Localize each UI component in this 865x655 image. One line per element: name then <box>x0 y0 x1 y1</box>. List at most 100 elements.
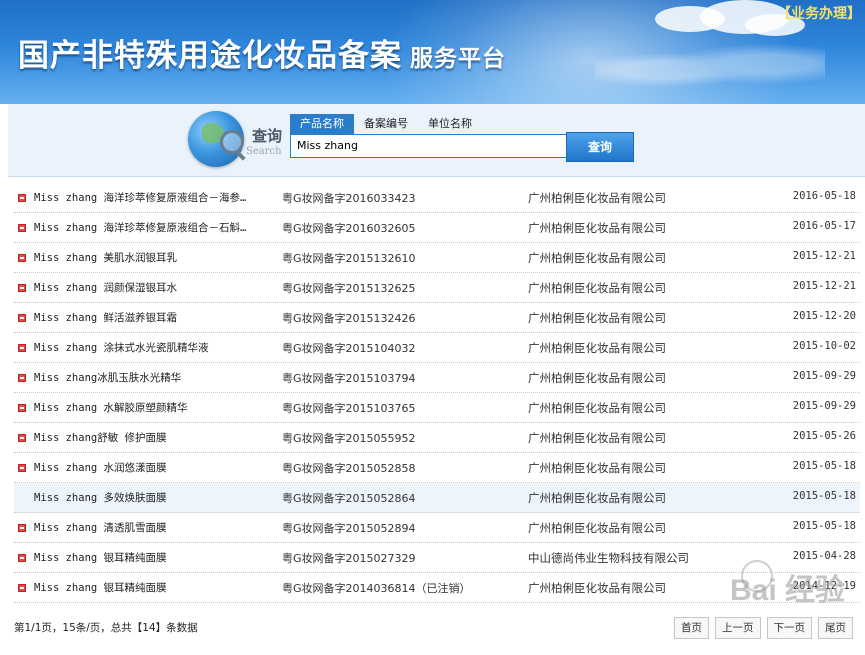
record-date: 2015-05-18 <box>792 460 856 472</box>
record-number: 粤G妆网备字2015027329 <box>282 552 416 565</box>
product-name-link[interactable]: Miss zhang 美肌水润银耳乳 <box>34 250 274 265</box>
magnifier-icon <box>220 130 244 154</box>
bullet-icon <box>18 584 26 592</box>
list-item[interactable]: Miss zhang 水润悠漾面膜 粤G妆网备字2015052858 广州柏俐臣化妆… <box>14 453 860 483</box>
record-number: 粤G妆网备字2015103794 <box>282 372 416 385</box>
search-tabs: 产品名称 备案编号 单位名称 <box>290 114 482 134</box>
record-date: 2015-12-21 <box>792 250 856 262</box>
record-date: 2015-10-02 <box>792 340 856 352</box>
record-number: 粤G妆网备字2015103765 <box>282 402 416 415</box>
record-date: 2016-05-18 <box>792 190 856 202</box>
company-name: 中山德尚伟业生物科技有限公司 <box>528 551 689 565</box>
company-name: 广州柏俐臣化妆品有限公司 <box>528 491 666 505</box>
company-name: 广州柏俐臣化妆品有限公司 <box>528 581 666 595</box>
company-name: 广州柏俐臣化妆品有限公司 <box>528 281 666 295</box>
company-name: 广州柏俐臣化妆品有限公司 <box>528 191 666 205</box>
record-number: 粤G妆网备字2016032605 <box>282 222 416 235</box>
site-title-sub: 服务平台 <box>410 45 506 72</box>
pagination-info: 第1/1页，15条/页，总共【14】条数据 <box>14 622 198 634</box>
results-list: Miss zhang 海洋珍萃修复原液组合－海参… 粤G妆网备字201603342… <box>14 183 860 603</box>
pagination: 首页 上一页 下一页 尾页 <box>674 617 853 639</box>
search-panel: 查询 Search 产品名称 备案编号 单位名称 Miss zhang 查询 <box>8 104 865 177</box>
search-button[interactable]: 查询 <box>566 132 634 162</box>
record-number: 粤G妆网备字2015052858 <box>282 462 416 475</box>
search-input[interactable]: Miss zhang <box>290 134 570 158</box>
first-page-button[interactable]: 首页 <box>674 617 709 639</box>
bullet-icon <box>18 374 26 382</box>
record-date: 2015-05-18 <box>792 490 856 502</box>
product-name-link[interactable]: Miss zhang 水解胶原塑颜精华 <box>34 400 274 415</box>
list-item[interactable]: Miss zhang 涂抹式水光瓷肌精华液 粤G妆网备字2015104032 广州柏… <box>14 333 860 363</box>
company-name: 广州柏俐臣化妆品有限公司 <box>528 221 666 235</box>
baidu-watermark: Bai 经验 <box>729 574 845 607</box>
record-date: 2015-09-29 <box>792 370 856 382</box>
tab-record-number[interactable]: 备案编号 <box>354 114 418 134</box>
bullet-icon <box>18 284 26 292</box>
company-name: 广州柏俐臣化妆品有限公司 <box>528 521 666 535</box>
bullet-icon <box>18 404 26 412</box>
product-name-link[interactable]: Miss zhang 海洋珍萃修复原液组合－石斛… <box>34 220 274 235</box>
header-banner: 国产非特殊用途化妆品备案 服务平台 【业务办理】 <box>0 0 865 104</box>
record-number: 粤G妆网备字2015055952 <box>282 432 416 445</box>
record-date: 2015-05-18 <box>792 520 856 532</box>
bullet-icon <box>18 254 26 262</box>
list-item[interactable]: Miss zhang 清透肌雪面膜 粤G妆网备字2015052894 广州柏俐臣化妆… <box>14 513 860 543</box>
product-name-link[interactable]: Miss zhang 润颜保湿银耳水 <box>34 280 274 295</box>
record-date: 2015-04-28 <box>792 550 856 562</box>
company-name: 广州柏俐臣化妆品有限公司 <box>528 431 666 445</box>
list-item[interactable]: Miss zhang 鲜活滋养银耳霜 粤G妆网备字2015132426 广州柏俐臣化… <box>14 303 860 333</box>
company-name: 广州柏俐臣化妆品有限公司 <box>528 251 666 265</box>
list-item[interactable]: Miss zhang 美肌水润银耳乳 粤G妆网备字2015132610 广州柏俐臣化… <box>14 243 860 273</box>
site-title-main: 国产非特殊用途化妆品备案 <box>18 38 402 74</box>
list-item[interactable]: Miss zhang舒敏 修护面膜 粤G妆网备字2015055952 广州柏俐臣化妆… <box>14 423 860 453</box>
bullet-icon <box>18 524 26 532</box>
list-item[interactable]: Miss zhang 水解胶原塑颜精华 粤G妆网备字2015103765 广州柏俐臣… <box>14 393 860 423</box>
record-date: 2015-09-29 <box>792 400 856 412</box>
record-date: 2016-05-17 <box>792 220 856 232</box>
product-name-link[interactable]: Miss zhang冰肌玉肤水光精华 <box>34 370 274 385</box>
company-name: 广州柏俐臣化妆品有限公司 <box>528 311 666 325</box>
company-name: 广州柏俐臣化妆品有限公司 <box>528 371 666 385</box>
list-item[interactable]: Miss zhang 海洋珍萃修复原液组合－海参… 粤G妆网备字201603342… <box>14 183 860 213</box>
record-number: 粤G妆网备字2016033423 <box>282 192 416 205</box>
record-number: 粤G妆网备字2015104032 <box>282 342 416 355</box>
bullet-icon <box>18 314 26 322</box>
record-number: 粤G妆网备字2014036814（已注销） <box>282 582 471 595</box>
product-name-link[interactable]: Miss zhang 银耳精纯面膜 <box>34 580 274 595</box>
last-page-button[interactable]: 尾页 <box>818 617 853 639</box>
record-number: 粤G妆网备字2015052864 <box>282 492 416 505</box>
product-name-link[interactable]: Miss zhang 水润悠漾面膜 <box>34 460 274 475</box>
product-name-link[interactable]: Miss zhang 清透肌雪面膜 <box>34 520 274 535</box>
bullet-icon <box>18 344 26 352</box>
product-name-link[interactable]: Miss zhang 鲜活滋养银耳霜 <box>34 310 274 325</box>
prev-page-button[interactable]: 上一页 <box>715 617 761 639</box>
company-name: 广州柏俐臣化妆品有限公司 <box>528 341 666 355</box>
product-name-link[interactable]: Miss zhang 涂抹式水光瓷肌精华液 <box>34 340 274 355</box>
search-label: 查询 <box>252 127 283 145</box>
tab-company-name[interactable]: 单位名称 <box>418 114 482 134</box>
record-date: 2015-12-20 <box>792 310 856 322</box>
product-name-link[interactable]: Miss zhang舒敏 修护面膜 <box>34 430 274 445</box>
tab-product-name[interactable]: 产品名称 <box>290 114 354 134</box>
next-page-button[interactable]: 下一页 <box>766 617 812 639</box>
bullet-icon <box>18 224 26 232</box>
list-item[interactable]: Miss zhang 海洋珍萃修复原液组合－石斛… 粤G妆网备字201603260… <box>14 213 860 243</box>
product-name-link[interactable]: Miss zhang 多效焕肤面膜 <box>34 490 274 505</box>
site-title: 国产非特殊用途化妆品备案 服务平台 <box>18 30 506 75</box>
record-number: 粤G妆网备字2015132625 <box>282 282 416 295</box>
company-name: 广州柏俐臣化妆品有限公司 <box>528 461 666 475</box>
record-number: 粤G妆网备字2015132610 <box>282 252 416 265</box>
record-number: 粤G妆网备字2015052894 <box>282 522 416 535</box>
bullet-icon <box>18 464 26 472</box>
company-name: 广州柏俐臣化妆品有限公司 <box>528 401 666 415</box>
list-item[interactable]: Miss zhang冰肌玉肤水光精华 粤G妆网备字2015103794 广州柏俐臣化… <box>14 363 860 393</box>
list-item[interactable]: Miss zhang 多效焕肤面膜 粤G妆网备字2015052864 广州柏俐臣化妆… <box>14 483 860 513</box>
bullet-icon <box>18 194 26 202</box>
bullet-icon <box>18 434 26 442</box>
product-name-link[interactable]: Miss zhang 银耳精纯面膜 <box>34 550 274 565</box>
product-name-link[interactable]: Miss zhang 海洋珍萃修复原液组合－海参… <box>34 190 274 205</box>
bullet-icon <box>18 554 26 562</box>
search-label-en: Search <box>246 146 282 157</box>
business-link[interactable]: 【业务办理】 <box>777 3 861 23</box>
list-item[interactable]: Miss zhang 润颜保湿银耳水 粤G妆网备字2015132625 广州柏俐臣化… <box>14 273 860 303</box>
